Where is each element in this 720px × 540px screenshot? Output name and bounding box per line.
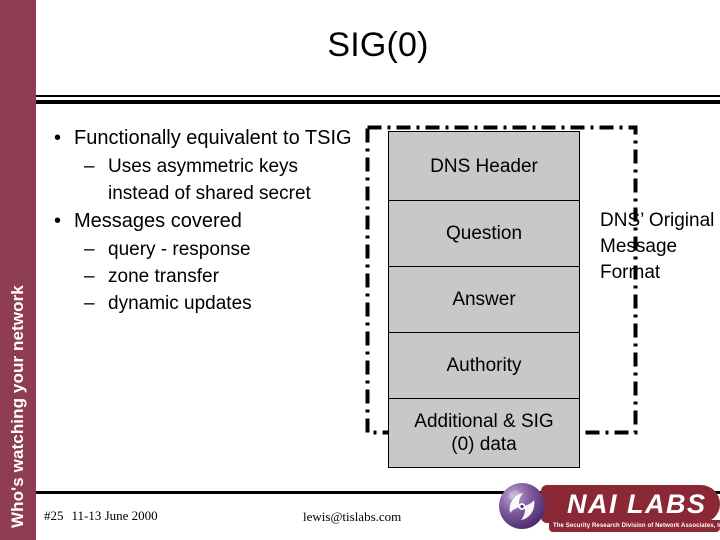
dash-marker-icon: – bbox=[84, 156, 95, 177]
slide-canvas: Who's watching your network SIG(0) • Fun… bbox=[0, 0, 720, 540]
dns-section-question: Question bbox=[389, 201, 579, 267]
dns-section-header: DNS Header bbox=[389, 132, 579, 201]
dns-section-authority: Authority bbox=[389, 333, 579, 399]
list-item-label: dynamic updates bbox=[108, 293, 252, 314]
list-item: – zone transfer bbox=[52, 263, 364, 290]
footer-date: 11-13 June 2000 bbox=[71, 508, 158, 523]
vertical-banner: Who's watching your network bbox=[0, 0, 36, 540]
list-item: – dynamic updates bbox=[52, 290, 364, 317]
nai-labs-logo: NAI LABS The Security Research Division … bbox=[497, 481, 720, 537]
list-item-label: Messages covered bbox=[74, 210, 242, 232]
footer-left: #25 11-13 June 2000 bbox=[44, 508, 158, 524]
nai-emblem-icon bbox=[499, 483, 545, 529]
title-rule-thick bbox=[36, 100, 720, 104]
list-item: – query - response bbox=[52, 236, 364, 263]
title-rule-thin bbox=[36, 95, 720, 97]
bullet-marker-icon: • bbox=[54, 127, 62, 149]
logo-tagline: The Security Research Division of Networ… bbox=[553, 523, 720, 529]
bullet-marker-icon: • bbox=[54, 210, 62, 232]
diagram-caption: DNS’ Original Message Format bbox=[600, 210, 715, 283]
list-item-label: zone transfer bbox=[108, 266, 219, 287]
vertical-banner-text: Who's watching your network bbox=[8, 285, 27, 528]
dns-message-format-diagram: DNS Header Question Answer Authority Add… bbox=[388, 131, 580, 468]
list-item-label: Functionally equivalent to TSIG bbox=[74, 127, 352, 149]
dns-section-additional: Additional & SIG (0) data bbox=[389, 399, 579, 467]
dash-marker-icon: – bbox=[84, 293, 95, 314]
logo-wordmark: NAI LABS bbox=[567, 489, 707, 519]
nai-emblem-swoosh-icon bbox=[508, 490, 535, 520]
list-item: – Uses asymmetric keys instead of shared… bbox=[52, 153, 364, 207]
dash-marker-icon: – bbox=[84, 266, 95, 287]
dash-marker-icon: – bbox=[84, 239, 95, 260]
slide-number: #25 bbox=[44, 508, 64, 523]
footer-email: lewis@tislabs.com bbox=[303, 509, 402, 524]
list-item: • Functionally equivalent to TSIG bbox=[52, 124, 364, 152]
dns-section-answer: Answer bbox=[389, 267, 579, 333]
page-title: SIG(0) bbox=[327, 26, 429, 64]
bullet-list: • Functionally equivalent to TSIG – Uses… bbox=[52, 124, 364, 317]
list-item: • Messages covered bbox=[52, 207, 364, 235]
list-item-label: Uses asymmetric keys instead of shared s… bbox=[108, 156, 311, 204]
list-item-label: query - response bbox=[108, 239, 251, 260]
